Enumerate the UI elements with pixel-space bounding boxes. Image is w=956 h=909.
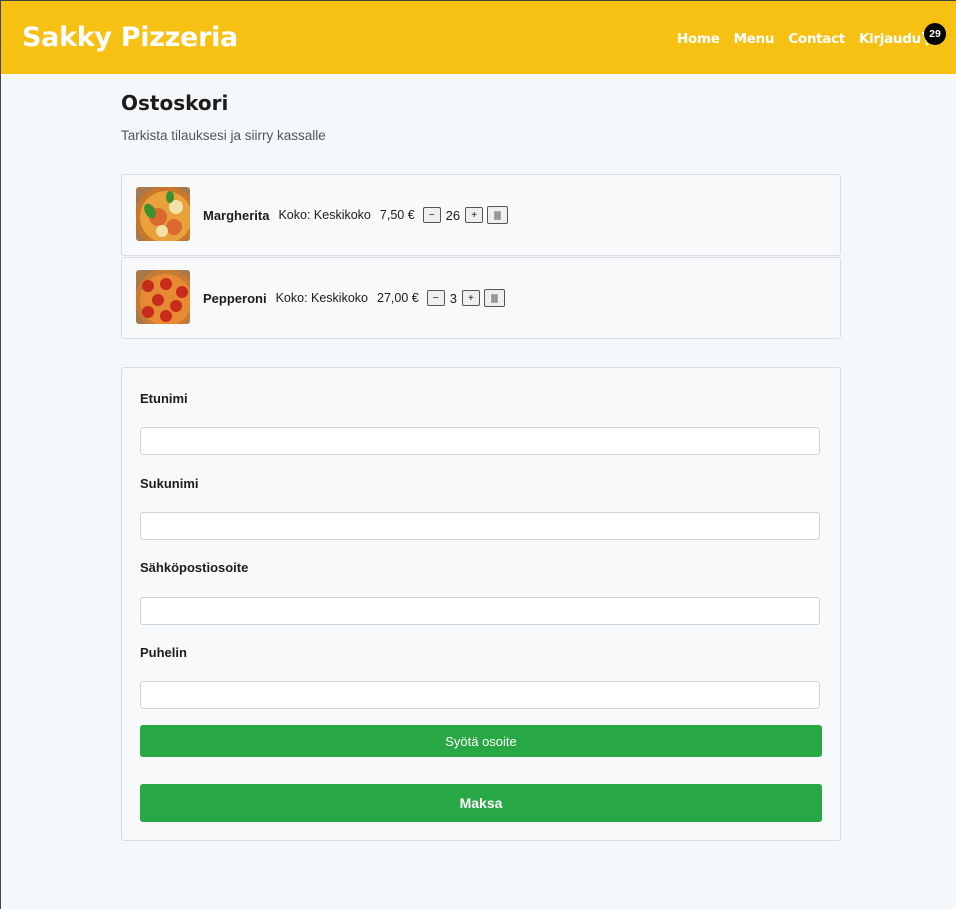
- item-quantity: 3: [449, 290, 457, 306]
- phone-field[interactable]: [140, 681, 820, 709]
- pay-button[interactable]: Maksa: [140, 784, 822, 822]
- decrease-quantity-button[interactable]: −: [422, 207, 441, 223]
- item-size: Koko: Keskikoko: [278, 208, 371, 222]
- trash-icon: [490, 294, 498, 303]
- increase-quantity-button[interactable]: +: [461, 290, 480, 306]
- email-field[interactable]: [140, 597, 820, 625]
- trash-icon: [494, 211, 502, 220]
- main-nav: Home Menu Contact Kirjaudu: [677, 31, 935, 47]
- last-name-field[interactable]: [140, 512, 820, 540]
- item-quantity: 26: [445, 207, 461, 223]
- cart-item-row: Margherita Koko: Keskikoko 7,50 € − 26 +: [203, 175, 509, 255]
- brand-logo[interactable]: Sakky Pizzeria: [22, 22, 238, 53]
- item-name: Pepperoni: [203, 290, 267, 306]
- item-price: 7,50 €: [379, 208, 415, 222]
- checkout-form: Etunimi Sukunimi Sähköpostiosoite Puheli…: [121, 367, 841, 841]
- cart-item-row: Pepperoni Koko: Keskikoko 27,00 € − 3 +: [203, 258, 505, 338]
- page-subtitle: Tarkista tilauksesi ja siirry kassalle: [121, 128, 326, 143]
- email-label: Sähköpostiosoite: [140, 560, 249, 575]
- nav-login[interactable]: Kirjaudu: [859, 31, 921, 47]
- site-header: Sakky Pizzeria Home Menu Contact Kirjaud…: [1, 1, 956, 74]
- nav-contact[interactable]: Contact: [788, 31, 845, 47]
- first-name-label: Etunimi: [140, 391, 188, 406]
- margherita-pizza-image: [136, 187, 190, 241]
- item-name: Margherita: [203, 207, 270, 223]
- decrease-quantity-button[interactable]: −: [426, 290, 445, 306]
- pepperoni-pizza-image: [136, 270, 190, 324]
- item-price: 27,00 €: [377, 291, 419, 305]
- phone-label: Puhelin: [140, 645, 187, 660]
- page-title: Ostoskori: [121, 91, 229, 115]
- nav-menu[interactable]: Menu: [734, 31, 775, 47]
- cart-button[interactable]: 29: [918, 23, 948, 51]
- remove-item-button[interactable]: [483, 289, 505, 307]
- cart-item: Pepperoni Koko: Keskikoko 27,00 € − 3 +: [121, 257, 841, 339]
- enter-address-button[interactable]: Syötä osoite: [140, 725, 822, 757]
- first-name-field[interactable]: [140, 427, 820, 455]
- remove-item-button[interactable]: [487, 206, 509, 224]
- item-size: Koko: Keskikoko: [275, 291, 368, 305]
- cart-item: Margherita Koko: Keskikoko 7,50 € − 26 +: [121, 174, 841, 256]
- cart-count-badge: 29: [924, 23, 946, 45]
- increase-quantity-button[interactable]: +: [465, 207, 484, 223]
- last-name-label: Sukunimi: [140, 476, 199, 491]
- nav-home[interactable]: Home: [677, 31, 720, 47]
